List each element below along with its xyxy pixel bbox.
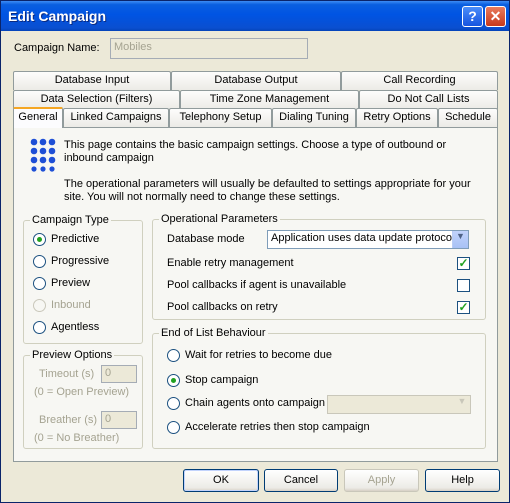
edit-campaign-dialog: Edit Campaign ? ✕ Campaign Name: Mobiles… <box>0 0 510 503</box>
tab-database-input[interactable]: Database Input <box>13 71 171 90</box>
chain-agents-label: Chain agents onto campaign <box>185 397 326 409</box>
preview-label: Preview <box>51 277 91 289</box>
tab-call-recording[interactable]: Call Recording <box>341 71 498 90</box>
preview-options-group: Preview Options Timeout (s) 0 (0 = Open … <box>23 349 143 449</box>
stop-campaign-label: Stop campaign <box>185 374 259 386</box>
inbound-radio <box>33 299 46 312</box>
breather-field: 0 <box>101 411 137 429</box>
progressive-radio[interactable] <box>33 255 46 268</box>
pool-callbacks-retry-label: Pool callbacks on retry <box>167 301 278 313</box>
pool-callbacks-unavailable-checkbox[interactable] <box>457 279 470 292</box>
close-icon[interactable]: ✕ <box>485 6 506 27</box>
agentless-radio[interactable] <box>33 321 46 334</box>
predictive-radio[interactable] <box>33 233 46 246</box>
pool-callbacks-retry-checkbox[interactable]: ✓ <box>457 301 470 314</box>
database-mode-value: Application uses data update protocol <box>271 232 455 244</box>
tab-telephony-setup[interactable]: Telephony Setup <box>169 108 272 127</box>
ok-button[interactable]: OK <box>183 469 259 492</box>
enable-retry-checkbox[interactable]: ✓ <box>457 257 470 270</box>
wait-retries-label: Wait for retries to become due <box>185 349 332 361</box>
pool-callbacks-unavailable-label: Pool callbacks if agent is unavailable <box>167 279 347 291</box>
end-of-list-group: End of List Behaviour Wait for retries t… <box>152 327 486 449</box>
apply-button: Apply <box>344 469 419 492</box>
preview-radio[interactable] <box>33 277 46 290</box>
chevron-down-icon: ▼ <box>454 396 470 413</box>
enable-retry-label: Enable retry management <box>167 257 294 269</box>
campaign-type-title: Campaign Type <box>30 214 111 226</box>
timeout-label: Timeout (s) <box>39 368 95 380</box>
help-icon[interactable]: ? <box>462 6 483 27</box>
tab-database-output[interactable]: Database Output <box>171 71 341 90</box>
info-text-1: This page contains the basic campaign se… <box>64 139 447 164</box>
info-text-2: The operational parameters will usually … <box>64 178 471 203</box>
wait-retries-radio[interactable] <box>167 349 180 362</box>
breather-label: Breather (s) <box>39 414 98 426</box>
window-title: Edit Campaign <box>8 8 107 24</box>
accelerate-retries-radio[interactable] <box>167 421 180 434</box>
tab-linked-campaigns[interactable]: Linked Campaigns <box>63 108 169 127</box>
timeout-field: 0 <box>101 365 137 383</box>
operational-parameters-title: Operational Parameters <box>159 213 280 225</box>
campaign-name-label: Campaign Name: <box>14 42 100 54</box>
tab-dialing-tuning[interactable]: Dialing Tuning <box>272 108 356 127</box>
tab-general[interactable]: General <box>13 107 63 128</box>
operational-parameters-group: Operational Parameters Database mode App… <box>152 213 486 320</box>
progressive-label: Progressive <box>51 255 110 267</box>
campaign-type-group: Campaign Type Predictive Progressive Pre… <box>23 214 143 344</box>
end-of-list-title: End of List Behaviour <box>159 327 268 339</box>
breather-note: (0 = No Breather) <box>34 432 120 444</box>
accelerate-retries-label: Accelerate retries then stop campaign <box>185 421 370 433</box>
title-bar[interactable]: Edit Campaign ? ✕ <box>1 1 509 31</box>
chain-agents-radio[interactable] <box>167 397 180 410</box>
predictive-label: Predictive <box>51 233 100 245</box>
campaign-name-field[interactable]: Mobiles <box>110 38 308 59</box>
database-mode-select[interactable]: Application uses data update protocol ▼ <box>267 230 469 249</box>
tab-schedule[interactable]: Schedule <box>438 108 498 127</box>
cancel-button[interactable]: Cancel <box>264 469 338 492</box>
tab-retry-options[interactable]: Retry Options <box>356 108 438 127</box>
dots-grid-icon <box>30 138 56 172</box>
stop-campaign-radio[interactable] <box>167 374 180 387</box>
preview-options-title: Preview Options <box>30 349 115 361</box>
tab-time-zone[interactable]: Time Zone Management <box>180 90 359 109</box>
inbound-label: Inbound <box>51 299 91 311</box>
database-mode-label: Database mode <box>167 233 245 245</box>
timeout-note: (0 = Open Preview) <box>34 386 130 398</box>
help-button[interactable]: Help <box>425 469 500 492</box>
chevron-down-icon[interactable]: ▼ <box>452 231 468 248</box>
chain-campaign-select: ▼ <box>327 395 471 414</box>
general-tab-panel: This page contains the basic campaign se… <box>13 127 498 462</box>
tab-do-not-call[interactable]: Do Not Call Lists <box>359 90 498 109</box>
agentless-label: Agentless <box>51 321 100 333</box>
